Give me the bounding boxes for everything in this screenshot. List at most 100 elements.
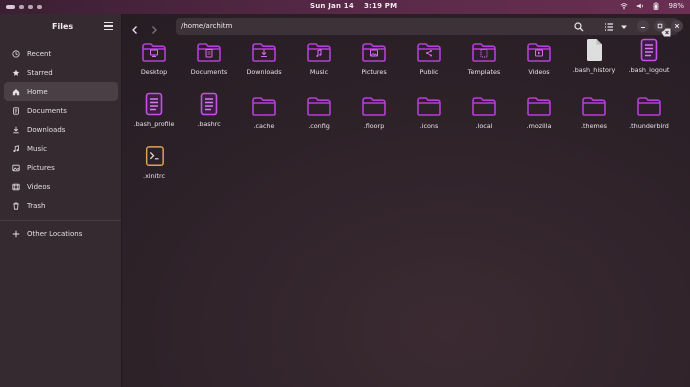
sidebar-item-home[interactable]: Home (4, 82, 118, 101)
folder-downloads[interactable]: Downloads (238, 41, 290, 76)
trash-icon (9, 202, 23, 210)
maximize-icon (657, 23, 663, 29)
folder-documents[interactable]: Documents (183, 41, 235, 76)
file-name: Templates (467, 68, 501, 76)
folder-icon (238, 95, 290, 117)
location-bar[interactable]: /home/architm (176, 18, 678, 37)
search-icon (574, 21, 584, 31)
search-button[interactable] (574, 20, 584, 33)
sidebar-item-pictures[interactable]: Pictures (4, 158, 118, 177)
picture-icon (9, 164, 23, 172)
file-name: .floorp (363, 122, 385, 130)
file-dot-xinitrc[interactable]: .xinitrc (128, 146, 180, 180)
file-name: .thunderbird (629, 122, 669, 130)
file-name: .icons (419, 122, 439, 130)
sidebar-item-trash[interactable]: Trash (4, 196, 118, 215)
battery-percentage: 98% (668, 2, 684, 10)
sidebar-item-downloads[interactable]: Downloads (4, 120, 118, 139)
file-dot-bash-profile[interactable]: .bash_profile (128, 92, 180, 128)
view-toggle-button[interactable] (604, 20, 614, 33)
sidebar-item-music[interactable]: Music (4, 139, 118, 158)
sidebar-item-label: Starred (27, 68, 53, 77)
chevron-down-icon (621, 25, 627, 29)
file-name: .xinitrc (143, 172, 165, 180)
list-view-icon (605, 22, 613, 31)
folder-dot-themes[interactable]: .themes (568, 95, 620, 130)
document-icon (9, 106, 23, 115)
sidebar-item-documents[interactable]: Documents (4, 101, 118, 120)
sidebar-item-label: Other Locations (27, 229, 83, 238)
file-name: .themes (580, 122, 607, 130)
file-name: .bash_logout (628, 66, 670, 74)
folder-icon (128, 41, 180, 63)
folder-dot-mozilla[interactable]: .mozilla (513, 95, 565, 130)
folder-icon (568, 95, 620, 117)
chevron-left-icon (132, 26, 137, 34)
file-name: Pictures (361, 68, 387, 76)
folder-templates[interactable]: Templates (458, 41, 510, 76)
folder-icon (513, 95, 565, 117)
sidebar-item-label: Music (27, 144, 47, 153)
folder-dot-config[interactable]: .config (293, 95, 345, 130)
workspace-indicator[interactable] (6, 5, 42, 9)
file-name: Downloads (246, 68, 282, 76)
folder-dot-thunderbird[interactable]: .thunderbird (623, 95, 675, 130)
file-dot-bashrc[interactable]: .bashrc (183, 92, 235, 128)
file-name: .local (475, 122, 493, 130)
time-label: 3:19 PM (363, 2, 398, 10)
clock[interactable]: Sun Jan 14 3:19 PM (310, 2, 407, 10)
view-options-dropdown[interactable] (619, 20, 629, 33)
script-file-icon (128, 146, 180, 168)
forward-button[interactable] (148, 21, 160, 34)
file-icon (568, 38, 620, 62)
app-title: Files (52, 22, 74, 31)
folder-dot-cache[interactable]: .cache (238, 95, 290, 130)
folder-public[interactable]: Public (403, 41, 455, 76)
close-button[interactable] (671, 20, 683, 32)
volume-icon (637, 3, 644, 9)
maximize-button[interactable] (654, 20, 666, 32)
date-label: Sun Jan 14 (310, 2, 354, 10)
sidebar-item-videos[interactable]: Videos (4, 177, 118, 196)
folder-desktop[interactable]: Desktop (128, 41, 180, 76)
folder-icon (348, 95, 400, 117)
sidebar-item-other-locations[interactable]: Other Locations (4, 224, 118, 243)
minimize-button[interactable] (637, 20, 649, 32)
file-name: .mozilla (526, 122, 552, 130)
folder-music[interactable]: Music (293, 41, 345, 76)
file-name: Music (309, 68, 329, 76)
back-button[interactable] (129, 21, 141, 34)
text-file-icon (128, 92, 180, 116)
file-name: .bash_history (572, 66, 616, 74)
file-dot-bash-logout[interactable]: .bash_logout (623, 38, 675, 74)
folder-pictures[interactable]: Pictures (348, 41, 400, 76)
star-icon (9, 69, 23, 77)
file-dot-bash-history[interactable]: .bash_history (568, 38, 620, 74)
file-name: .bash_profile (133, 120, 175, 128)
plus-icon (9, 230, 23, 238)
top-bar: Sun Jan 14 3:19 PM 98% (0, 0, 690, 14)
file-name: .cache (253, 122, 275, 130)
folder-icon (458, 41, 510, 63)
folder-icon (238, 41, 290, 63)
folder-videos[interactable]: Videos (513, 41, 565, 76)
folder-icon (403, 41, 455, 63)
battery-icon (654, 2, 659, 10)
sidebar-item-label: Videos (27, 182, 51, 191)
folder-dot-local[interactable]: .local (458, 95, 510, 130)
chevron-right-icon (152, 26, 157, 34)
location-path: /home/architm (181, 22, 233, 30)
sidebar-item-recent[interactable]: Recent (4, 44, 118, 63)
folder-dot-icons[interactable]: .icons (403, 95, 455, 130)
folder-dot-floorp[interactable]: .floorp (348, 95, 400, 130)
file-name: Desktop (140, 68, 168, 76)
sidebar: Files Recent Starred Home Documents Download… (0, 14, 122, 387)
sidebar-item-starred[interactable]: Starred (4, 63, 118, 82)
folder-icon (183, 41, 235, 63)
system-status[interactable]: 98% (620, 2, 684, 10)
main-menu-button[interactable] (104, 22, 113, 30)
minimize-icon (641, 27, 645, 28)
file-name: Videos (528, 68, 550, 76)
text-file-icon (183, 92, 235, 116)
wifi-icon (620, 3, 628, 10)
